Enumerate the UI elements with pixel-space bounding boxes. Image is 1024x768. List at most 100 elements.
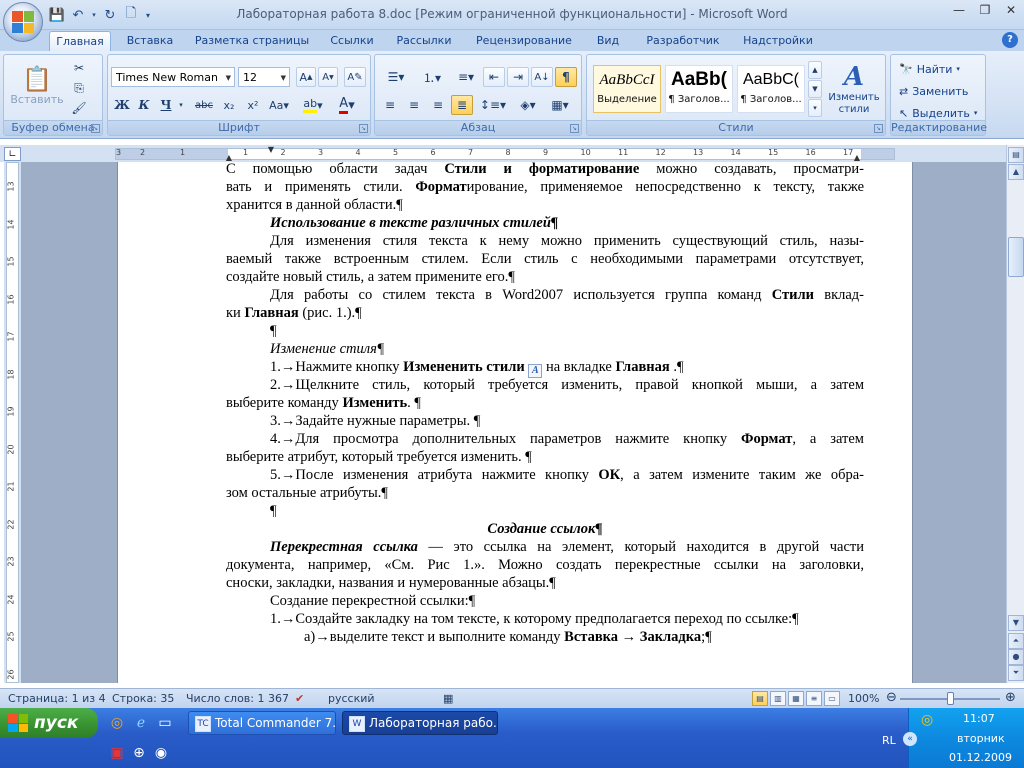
highlight-icon[interactable]: ab ▾ — [298, 95, 328, 115]
restore-icon[interactable]: ❐ — [972, 0, 998, 20]
clock-time[interactable]: 11:07 — [963, 712, 995, 725]
tab-insert[interactable]: Вставка — [120, 31, 180, 51]
find-button[interactable]: 🔭 Найти ▾ — [899, 59, 960, 79]
spelling-check-icon[interactable]: ✔ — [295, 692, 304, 705]
document-line[interactable]: 3.→Задайте нужные параметры. ¶ — [270, 412, 864, 430]
copy-icon[interactable]: ⎘ — [68, 79, 90, 97]
macro-recording-icon[interactable]: ▦ — [443, 692, 453, 705]
document-line[interactable]: вать и применять стили. Форматирование, … — [226, 178, 864, 196]
grow-font-icon[interactable]: A ▲ — [296, 67, 316, 87]
document-line[interactable]: Для работы со стилем текста в Word2007 и… — [270, 286, 864, 304]
tab-view[interactable]: Вид — [588, 31, 628, 51]
cut-icon[interactable]: ✂ — [68, 59, 90, 77]
show-formatting-marks-icon[interactable]: ¶ — [555, 67, 577, 87]
document-line[interactable]: документа, например, «См. Рис 1.». Можно… — [226, 556, 864, 574]
scroll-down-icon[interactable]: ▼ — [1008, 615, 1024, 631]
web-layout-icon[interactable]: ▦ — [788, 691, 804, 706]
shrink-font-icon[interactable]: A ▼ — [318, 67, 338, 87]
document-line[interactable]: хранится в данной области.¶ — [226, 196, 864, 214]
document-line[interactable]: Изменение стиля¶ — [270, 340, 864, 358]
scroll-up-icon[interactable]: ▲ — [1008, 164, 1024, 180]
tray-expand-icon[interactable]: « — [903, 732, 917, 746]
decrease-indent-icon[interactable]: ⇤ — [483, 67, 505, 87]
outline-view-icon[interactable]: ≡ — [806, 691, 822, 706]
numbering-icon[interactable]: ⒈▾ — [415, 67, 449, 87]
next-page-icon[interactable]: ⏷ — [1008, 665, 1024, 681]
styles-more-icon[interactable]: ▾ — [808, 99, 822, 117]
document-line[interactable]: 1.→Создайте закладку на том тексте, к ко… — [270, 610, 864, 628]
document-line[interactable]: Создание перекрестной ссылки:¶ — [270, 592, 864, 610]
clipboard-launcher-icon[interactable]: ↘ — [91, 124, 100, 133]
align-left-icon[interactable]: ≡ — [379, 95, 401, 115]
download-icon[interactable]: ⊕ — [130, 744, 148, 762]
vertical-ruler[interactable]: 13 14 15 16 17 18 19 20 21 22 23 24 25 26 — [4, 162, 21, 683]
document-line[interactable]: 5.→После изменения атрибута нажмите кноп… — [270, 466, 864, 484]
justify-icon[interactable]: ≣ — [451, 95, 473, 115]
minimize-icon[interactable]: — — [946, 0, 972, 20]
style-heading-1[interactable]: AaBb( ¶ Заголов... — [665, 65, 733, 113]
font-size-combo[interactable]: 12 ▼ — [238, 67, 290, 87]
document-line[interactable]: Создание ссылок¶ — [226, 520, 864, 538]
line-spacing-icon[interactable]: ↕≡▾ — [477, 95, 509, 115]
font-name-combo[interactable]: Times New Roman ▼ — [111, 67, 235, 87]
right-indent-icon[interactable]: ▲ — [852, 153, 862, 162]
language[interactable]: русский — [328, 692, 375, 705]
align-right-icon[interactable]: ≡ — [427, 95, 449, 115]
document-line[interactable]: ваемый также встроенным стилем. Если сти… — [226, 250, 864, 268]
change-styles-button[interactable]: A Изменить стили — [825, 59, 883, 119]
print-layout-icon[interactable]: ▤ — [752, 691, 768, 706]
subscript-icon[interactable]: x₂ — [218, 95, 240, 115]
document-line[interactable]: зом остальные атрибуты.¶ — [226, 484, 864, 502]
tab-addins[interactable]: Надстройки — [736, 31, 820, 51]
paste-button[interactable]: 📋 Вставить — [10, 59, 63, 111]
tab-review[interactable]: Рецензирование — [468, 31, 580, 51]
clear-formatting-icon[interactable]: A✎ — [344, 67, 366, 87]
align-center-icon[interactable]: ≡ — [403, 95, 425, 115]
quicklaunch-app-icon[interactable]: ▣ — [108, 744, 126, 762]
superscript-icon[interactable]: x² — [242, 95, 264, 115]
ruler-toggle-icon[interactable]: ▤ — [1008, 147, 1024, 163]
zoom-level[interactable]: 100% — [848, 692, 879, 705]
horizontal-ruler[interactable]: 3 2 1 1 2 3 4 5 6 7 8 9 10 11 12 13 14 15 16 17 ▼ ▲ ▲ — [115, 145, 895, 162]
tray-app-icon[interactable]: ◎ — [921, 712, 933, 728]
opera-icon[interactable]: ◎ — [108, 714, 126, 732]
font-launcher-icon[interactable]: ↘ — [359, 124, 368, 133]
style-emphasis[interactable]: AaBbCcI Выделение — [593, 65, 661, 113]
document-line[interactable]: 1.→Нажмите кнопку Измененить стили A на … — [270, 358, 864, 378]
close-icon[interactable]: ✕ — [998, 0, 1024, 20]
paragraph-launcher-icon[interactable]: ↘ — [570, 124, 579, 133]
task-word-document[interactable]: W Лабораторная рабо... — [342, 711, 498, 735]
document-line[interactable]: создайте новый стиль, а затем примените … — [226, 268, 864, 286]
document-line[interactable]: Использование в тексте различных стилей¶ — [270, 214, 864, 232]
hanging-indent-icon[interactable]: ▲ — [224, 153, 234, 162]
underline-icon[interactable]: Ч — [156, 95, 176, 115]
font-color-icon[interactable]: A ▾ — [332, 95, 362, 115]
document-line[interactable]: сноски, закладки, названия и нумерованны… — [226, 574, 864, 592]
media-player-icon[interactable]: ◉ — [152, 744, 170, 762]
bullets-icon[interactable]: ☰▾ — [379, 67, 413, 87]
draft-view-icon[interactable]: ▭ — [824, 691, 840, 706]
shading-icon[interactable]: ◈▾ — [513, 95, 543, 115]
zoom-out-icon[interactable]: ⊖ — [886, 690, 897, 705]
strikethrough-icon[interactable]: abc — [192, 95, 216, 115]
document-line[interactable]: Перекрестная ссылка — это ссылка на элем… — [270, 538, 864, 556]
document-line[interactable]: ¶ — [270, 322, 864, 340]
task-total-commander[interactable]: TC Total Commander 7.0... — [188, 711, 336, 735]
tab-selector[interactable]: ∟ — [4, 147, 21, 161]
page-count[interactable]: Страница: 1 из 4 — [8, 692, 106, 705]
tab-mailings[interactable]: Рассылки — [390, 31, 458, 51]
document-line[interactable]: 4.→Для просмотра дополнительных параметр… — [270, 430, 864, 448]
underline-dropdown-icon[interactable]: ▾ — [176, 95, 186, 115]
borders-icon[interactable]: ▦▾ — [545, 95, 575, 115]
styles-scroll-up-icon[interactable]: ▲ — [808, 61, 822, 79]
tab-page-layout[interactable]: Разметка страницы — [192, 31, 312, 51]
document-line[interactable]: С помощью области задач Стили и форматир… — [226, 162, 864, 178]
zoom-in-icon[interactable]: ⊕ — [1005, 690, 1016, 705]
vertical-scrollbar[interactable]: ▤ ▲ ▼ ⏶ ● ⏷ — [1006, 145, 1024, 683]
document-line[interactable]: выберите команду Изменить. ¶ — [226, 394, 864, 412]
document-page[interactable]: С помощью области задач Стили и форматир… — [117, 162, 913, 683]
zoom-slider-thumb[interactable] — [947, 692, 954, 705]
tab-developer[interactable]: Разработчик — [636, 31, 730, 51]
show-desktop-icon[interactable]: ▭ — [156, 714, 174, 732]
line-number[interactable]: Строка: 35 — [112, 692, 174, 705]
